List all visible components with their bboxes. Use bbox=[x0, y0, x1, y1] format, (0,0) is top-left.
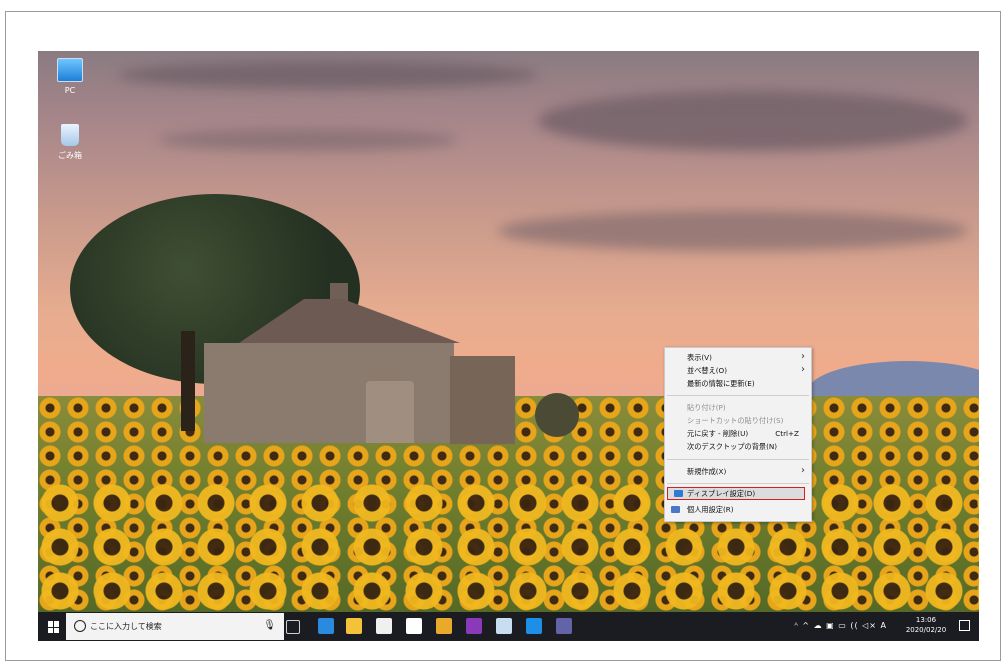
mail-icon[interactable] bbox=[406, 618, 422, 634]
edge-icon[interactable] bbox=[318, 618, 334, 634]
menu-item-paste[interactable]: 貼り付け(P) bbox=[665, 402, 811, 413]
taskbar-search-box[interactable]: ここに入力して検索 🎙 bbox=[66, 613, 284, 640]
cloud bbox=[158, 129, 458, 151]
taskbar-clock[interactable]: 13:06 2020/02/20 bbox=[901, 615, 951, 635]
menu-item-sort[interactable]: 並べ替え(O) › bbox=[665, 364, 811, 376]
menu-item-new[interactable]: 新規作成(X) › bbox=[665, 465, 811, 477]
cortana-icon bbox=[74, 620, 86, 632]
menu-item-label: 並べ替え(O) bbox=[687, 366, 728, 375]
menu-item-label: 新規作成(X) bbox=[687, 467, 727, 476]
menu-item-label: ディスプレイ設定(D) bbox=[687, 489, 756, 498]
taskbar: ここに入力して検索 🎙 ᴬ ^ ☁ ▣ ▭ (( ◁× A 13:06 2020… bbox=[38, 612, 979, 641]
small-tree bbox=[535, 393, 579, 437]
onenote-icon[interactable] bbox=[466, 618, 482, 634]
menu-item-label: 最新の情報に更新(E) bbox=[687, 379, 755, 388]
clock-date: 2020/02/20 bbox=[905, 626, 947, 634]
chevron-right-icon: › bbox=[801, 364, 805, 375]
cloud bbox=[538, 91, 968, 151]
tray-icons[interactable]: ᴬ ^ ☁ ▣ ▭ (( ◁× A bbox=[794, 621, 887, 630]
remote-icon[interactable] bbox=[526, 618, 542, 634]
menu-item-label: 次のデスクトップの背景(N) bbox=[687, 442, 778, 451]
chevron-right-icon: › bbox=[801, 465, 805, 476]
menu-item-label: ショートカットの貼り付け(S) bbox=[687, 416, 784, 425]
desktop-icon-recycle-bin[interactable]: ごみ箱 bbox=[52, 124, 88, 161]
snipping-icon[interactable] bbox=[496, 618, 512, 634]
menu-separator bbox=[667, 483, 809, 484]
menu-item-label: 表示(V) bbox=[687, 353, 712, 362]
chevron-right-icon: › bbox=[801, 351, 805, 362]
menu-separator bbox=[667, 459, 809, 460]
menu-item-label: 貼り付け(P) bbox=[687, 403, 726, 412]
menu-item-view[interactable]: 表示(V) › bbox=[665, 351, 811, 363]
stone-house bbox=[204, 343, 454, 443]
menu-item-undo-delete[interactable]: 元に戻す - 削除(U) Ctrl+Z bbox=[665, 428, 811, 439]
tree-trunk bbox=[181, 331, 195, 431]
pc-icon bbox=[57, 58, 83, 82]
personalize-icon bbox=[671, 506, 680, 513]
cloud bbox=[498, 211, 968, 251]
desktop-icon-label: PC bbox=[64, 86, 76, 95]
desktop-icon-label: ごみ箱 bbox=[58, 151, 82, 160]
display-settings-icon bbox=[674, 490, 683, 497]
task-view-icon[interactable] bbox=[286, 620, 300, 634]
clock-time: 13:06 bbox=[915, 616, 937, 624]
menu-item-label: 個人用設定(R) bbox=[687, 505, 734, 514]
chrome-icon[interactable] bbox=[436, 618, 452, 634]
menu-item-personalize[interactable]: 個人用設定(R) bbox=[665, 504, 811, 515]
desktop-icon-pc[interactable]: PC bbox=[52, 58, 88, 95]
desktop[interactable] bbox=[38, 51, 979, 641]
menu-separator bbox=[667, 395, 809, 396]
menu-item-refresh[interactable]: 最新の情報に更新(E) bbox=[665, 378, 811, 389]
microphone-icon[interactable]: 🎙 bbox=[263, 620, 276, 631]
stone-house-side bbox=[450, 356, 515, 444]
menu-item-paste-shortcut[interactable]: ショートカットの貼り付け(S) bbox=[665, 415, 811, 426]
file-explorer-icon[interactable] bbox=[346, 618, 362, 634]
menu-item-label: 元に戻す - 削除(U) bbox=[687, 429, 749, 438]
house-tower bbox=[366, 381, 414, 443]
recycle-bin-icon bbox=[61, 124, 79, 146]
windows-start-icon[interactable] bbox=[48, 621, 60, 633]
store-icon[interactable] bbox=[376, 618, 392, 634]
notification-icon[interactable] bbox=[959, 620, 970, 631]
menu-item-display-settings[interactable]: ディスプレイ設定(D) bbox=[667, 487, 805, 500]
menu-item-next-background[interactable]: 次のデスクトップの背景(N) bbox=[665, 441, 811, 452]
desktop-context-menu: 表示(V) › 並べ替え(O) › 最新の情報に更新(E) 貼り付け(P) ショ… bbox=[664, 347, 812, 522]
search-placeholder: ここに入力して検索 bbox=[90, 622, 162, 631]
menu-item-shortcut: Ctrl+Z bbox=[775, 429, 799, 438]
teams-icon[interactable] bbox=[556, 618, 572, 634]
cloud bbox=[118, 61, 538, 89]
